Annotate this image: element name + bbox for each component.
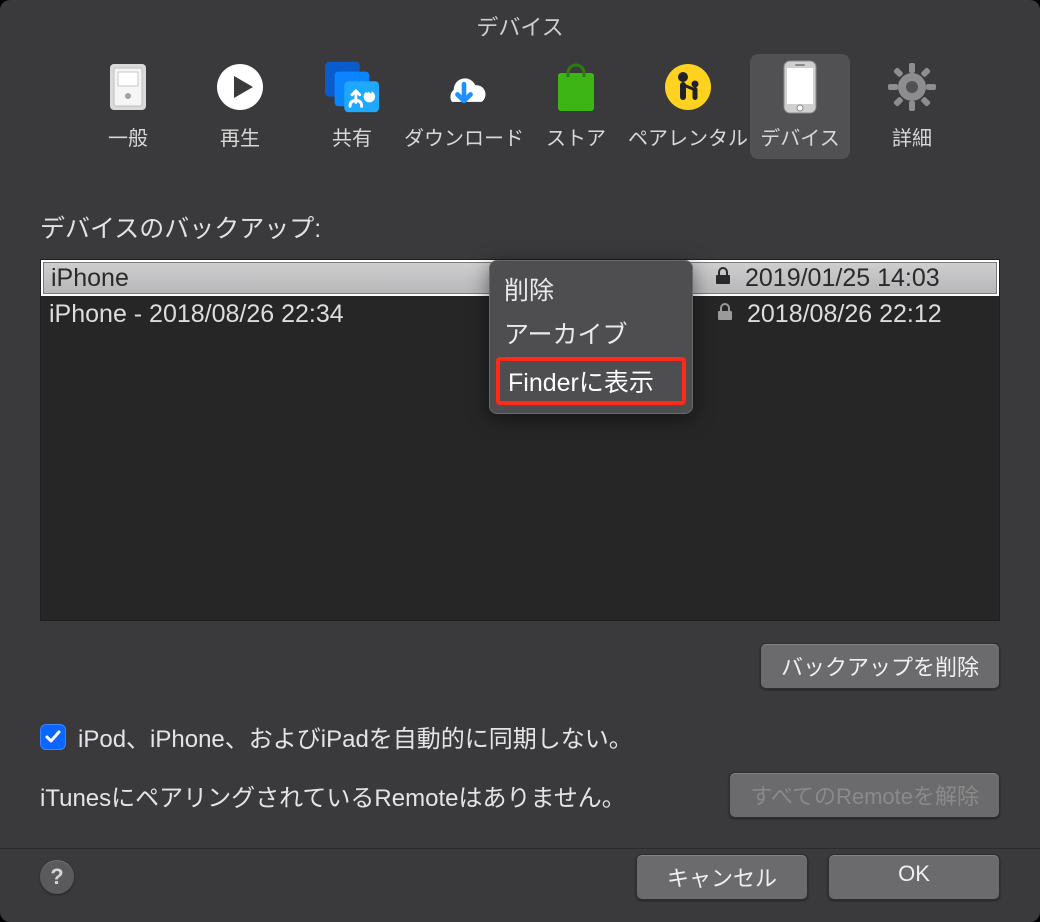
toolbar-label: デバイス	[760, 122, 839, 151]
toolbar-item-advanced[interactable]: 詳細	[862, 54, 962, 159]
prevent-auto-sync-label: iPod、iPhone、およびiPadを自動的に同期しない。	[78, 719, 633, 754]
toolbar-label: 共有	[332, 122, 372, 151]
gear-icon	[885, 60, 939, 114]
context-menu: 削除 アーカイブ Finderに表示	[489, 260, 693, 414]
cancel-button[interactable]: キャンセル	[636, 854, 808, 900]
backup-section-label: デバイスのバックアップ:	[40, 209, 1000, 245]
window-title: デバイス	[0, 0, 1040, 42]
ok-button[interactable]: OK	[828, 854, 1000, 900]
toolbar-item-downloads[interactable]: ダウンロード	[414, 54, 514, 159]
backup-date: 2019/01/25 14:03	[745, 264, 985, 293]
remote-status-label: iTunesにペアリングされているRemoteはありません。	[40, 778, 626, 813]
backup-date: 2018/08/26 22:12	[747, 300, 987, 329]
menu-item-archive[interactable]: アーカイブ	[490, 311, 692, 355]
toolbar-label: 一般	[108, 122, 148, 151]
toolbar-item-sharing[interactable]: 共有	[302, 54, 402, 159]
parental-icon	[661, 60, 715, 114]
help-button[interactable]: ?	[40, 860, 74, 894]
preferences-window: デバイス 一般 再生	[0, 0, 1040, 922]
switch-icon	[101, 60, 155, 114]
toolbar-item-parental[interactable]: ペアレンタル	[638, 54, 738, 159]
backup-list[interactable]: iPhone 2019/01/25 14:03 iPhone - 2018/08…	[40, 259, 1000, 621]
remove-all-remotes-button[interactable]: すべてのRemoteを解除	[729, 772, 1000, 818]
menu-item-delete[interactable]: 削除	[490, 267, 692, 311]
divider	[0, 848, 1040, 849]
content-area: デバイスのバックアップ: iPhone 2019/01/25 14:03 iPh…	[0, 169, 1040, 849]
delete-backup-button[interactable]: バックアップを削除	[760, 643, 1000, 689]
toolbar-label: 再生	[220, 122, 260, 151]
footer: ? キャンセル OK	[40, 854, 1000, 900]
lock-icon	[713, 303, 737, 326]
lock-icon	[711, 267, 735, 290]
shopping-bag-icon	[549, 60, 603, 114]
cloud-download-icon	[437, 60, 491, 114]
sharing-icon	[325, 60, 379, 114]
toolbar-item-playback[interactable]: 再生	[190, 54, 290, 159]
toolbar-item-general[interactable]: 一般	[78, 54, 178, 159]
prevent-auto-sync-checkbox[interactable]	[40, 724, 66, 750]
menu-item-show-in-finder[interactable]: Finderに表示	[496, 357, 686, 405]
toolbar-item-store[interactable]: ストア	[526, 54, 626, 159]
preferences-toolbar: 一般 再生 共有	[0, 42, 1040, 169]
play-icon	[213, 60, 267, 114]
toolbar-label: 詳細	[892, 122, 932, 151]
toolbar-label: ダウンロード	[404, 122, 524, 151]
device-icon	[773, 60, 827, 114]
toolbar-item-devices[interactable]: デバイス	[750, 54, 850, 159]
toolbar-label: ストア	[546, 122, 606, 151]
toolbar-label: ペアレンタル	[628, 122, 748, 151]
